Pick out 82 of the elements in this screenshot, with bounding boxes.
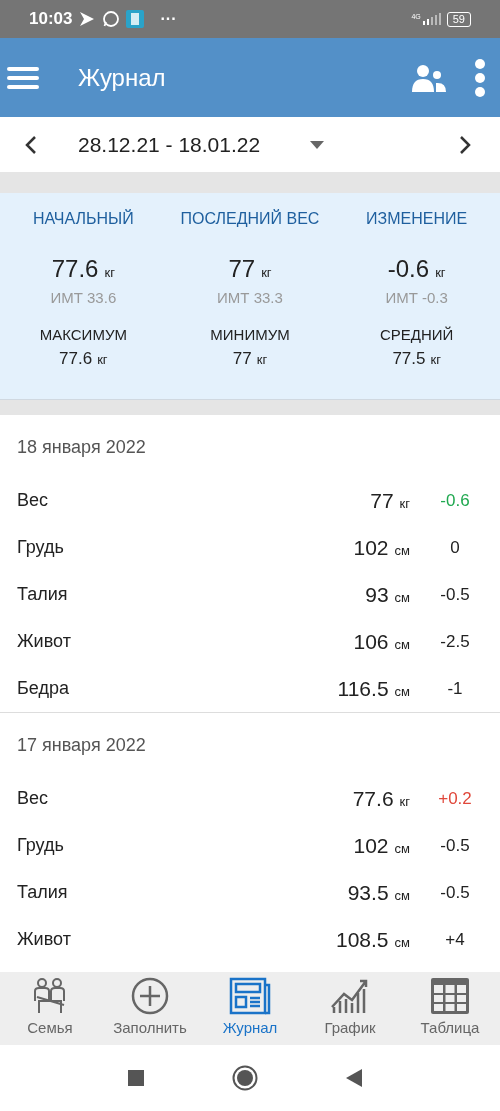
measure-value: 116.5 bbox=[337, 675, 389, 702]
dropdown-caret-icon[interactable] bbox=[310, 140, 325, 149]
add-icon bbox=[131, 977, 169, 1016]
unit-label: кг bbox=[399, 494, 410, 513]
nav-tab[interactable]: График bbox=[300, 972, 400, 1045]
measure-value: 102 bbox=[353, 832, 389, 859]
change-value: -0.6 bbox=[439, 489, 471, 512]
bmi-value: ИМТ 33.6 bbox=[50, 288, 117, 308]
measure-value: 102 bbox=[353, 534, 389, 561]
unit-label: кг bbox=[261, 264, 272, 282]
more-notifications: ··· bbox=[160, 9, 177, 29]
chat-icon bbox=[102, 10, 121, 28]
clock-time: 10:03 bbox=[29, 8, 73, 31]
measure-label: Живот bbox=[17, 630, 72, 653]
measure-label: Грудь bbox=[17, 834, 65, 857]
unit-label: см bbox=[394, 635, 410, 654]
measure-label: Вес bbox=[17, 489, 50, 512]
measure-label: Бедра bbox=[17, 677, 70, 700]
bmi-value: ИМТ 33.3 bbox=[217, 288, 283, 308]
menu-icon[interactable] bbox=[7, 65, 39, 90]
measure-value: 93.5 bbox=[347, 879, 389, 906]
measure-label: Грудь bbox=[17, 536, 65, 559]
measure-label: Вес bbox=[17, 787, 50, 810]
battery-icon: 59 bbox=[446, 11, 471, 27]
change-value: -1 bbox=[446, 677, 464, 700]
change-value: 0 bbox=[449, 536, 461, 559]
chevron-left-icon[interactable] bbox=[24, 134, 38, 155]
nav-tab[interactable]: Семья bbox=[0, 972, 100, 1045]
measure-value: 108.5 bbox=[336, 926, 389, 953]
unit-label: кг bbox=[97, 351, 108, 369]
unit-label: кг bbox=[399, 792, 410, 811]
measure-value: 106 bbox=[353, 628, 389, 655]
unit-label: кг bbox=[430, 351, 441, 369]
nav-tab[interactable]: Таблица bbox=[400, 972, 500, 1045]
date-header: 18 января 2022 bbox=[16, 435, 147, 459]
stat-label: МАКСИМУМ bbox=[39, 324, 127, 345]
measure-value: 77 bbox=[370, 487, 394, 514]
unit-label: см bbox=[394, 541, 410, 560]
measure-label: Живот bbox=[17, 928, 72, 951]
more-options-icon[interactable] bbox=[474, 57, 486, 98]
measure-value: 77.6 bbox=[352, 785, 394, 812]
date-range[interactable]: 28.12.21 - 18.01.22 bbox=[78, 128, 261, 161]
unit-label: см bbox=[394, 886, 410, 905]
unit-label: кг bbox=[256, 351, 268, 369]
growth-chart-icon bbox=[330, 977, 370, 1016]
stat-value: 77.5 bbox=[392, 348, 426, 370]
home-icon[interactable] bbox=[232, 1065, 258, 1091]
stat-value: 77.6 bbox=[51, 254, 99, 284]
stat-value: 77 bbox=[232, 348, 252, 370]
stat-label: МИНИМУМ bbox=[210, 324, 290, 345]
chevron-right-icon[interactable] bbox=[458, 134, 472, 155]
bmi-value: ИМТ -0.3 bbox=[385, 288, 448, 308]
measure-label: Талия bbox=[17, 881, 69, 904]
table-icon bbox=[430, 977, 470, 1016]
back-icon[interactable] bbox=[346, 1069, 362, 1087]
stat-value: 77.6 bbox=[59, 348, 93, 370]
measure-value: 93 bbox=[365, 581, 389, 608]
change-value: -0.5 bbox=[439, 583, 471, 606]
stat-label: СРЕДНИЙ bbox=[379, 324, 454, 345]
unit-label: см bbox=[394, 839, 410, 858]
unit-label: кг bbox=[104, 264, 115, 282]
unit-label: см bbox=[394, 682, 410, 701]
change-value: -0.5 bbox=[439, 834, 471, 857]
unit-label: см bbox=[394, 933, 410, 952]
nav-tab[interactable]: Заполнить bbox=[100, 972, 200, 1045]
change-value: -0.5 bbox=[439, 881, 471, 904]
unit-label: см bbox=[394, 588, 410, 607]
newspaper-icon bbox=[229, 977, 271, 1016]
nav-tab[interactable]: Журнал bbox=[200, 972, 300, 1045]
change-value: -2.5 bbox=[439, 630, 471, 653]
stat-label: ПОСЛЕДНИЙ ВЕС bbox=[180, 208, 320, 229]
measure-label: Талия bbox=[17, 583, 69, 606]
date-header: 17 января 2022 bbox=[16, 733, 147, 757]
stat-label: НАЧАЛЬНЫЙ bbox=[32, 208, 134, 229]
stat-label: ИЗМЕНЕНИЕ bbox=[366, 209, 468, 229]
stat-value: 77 bbox=[228, 254, 256, 284]
unit-label: кг bbox=[435, 264, 446, 282]
stat-value: -0.6 bbox=[387, 254, 430, 284]
change-value: +0.2 bbox=[437, 787, 473, 810]
screen-title: Журнал bbox=[78, 62, 166, 93]
change-value: +4 bbox=[444, 928, 466, 951]
app-icon bbox=[126, 10, 145, 28]
